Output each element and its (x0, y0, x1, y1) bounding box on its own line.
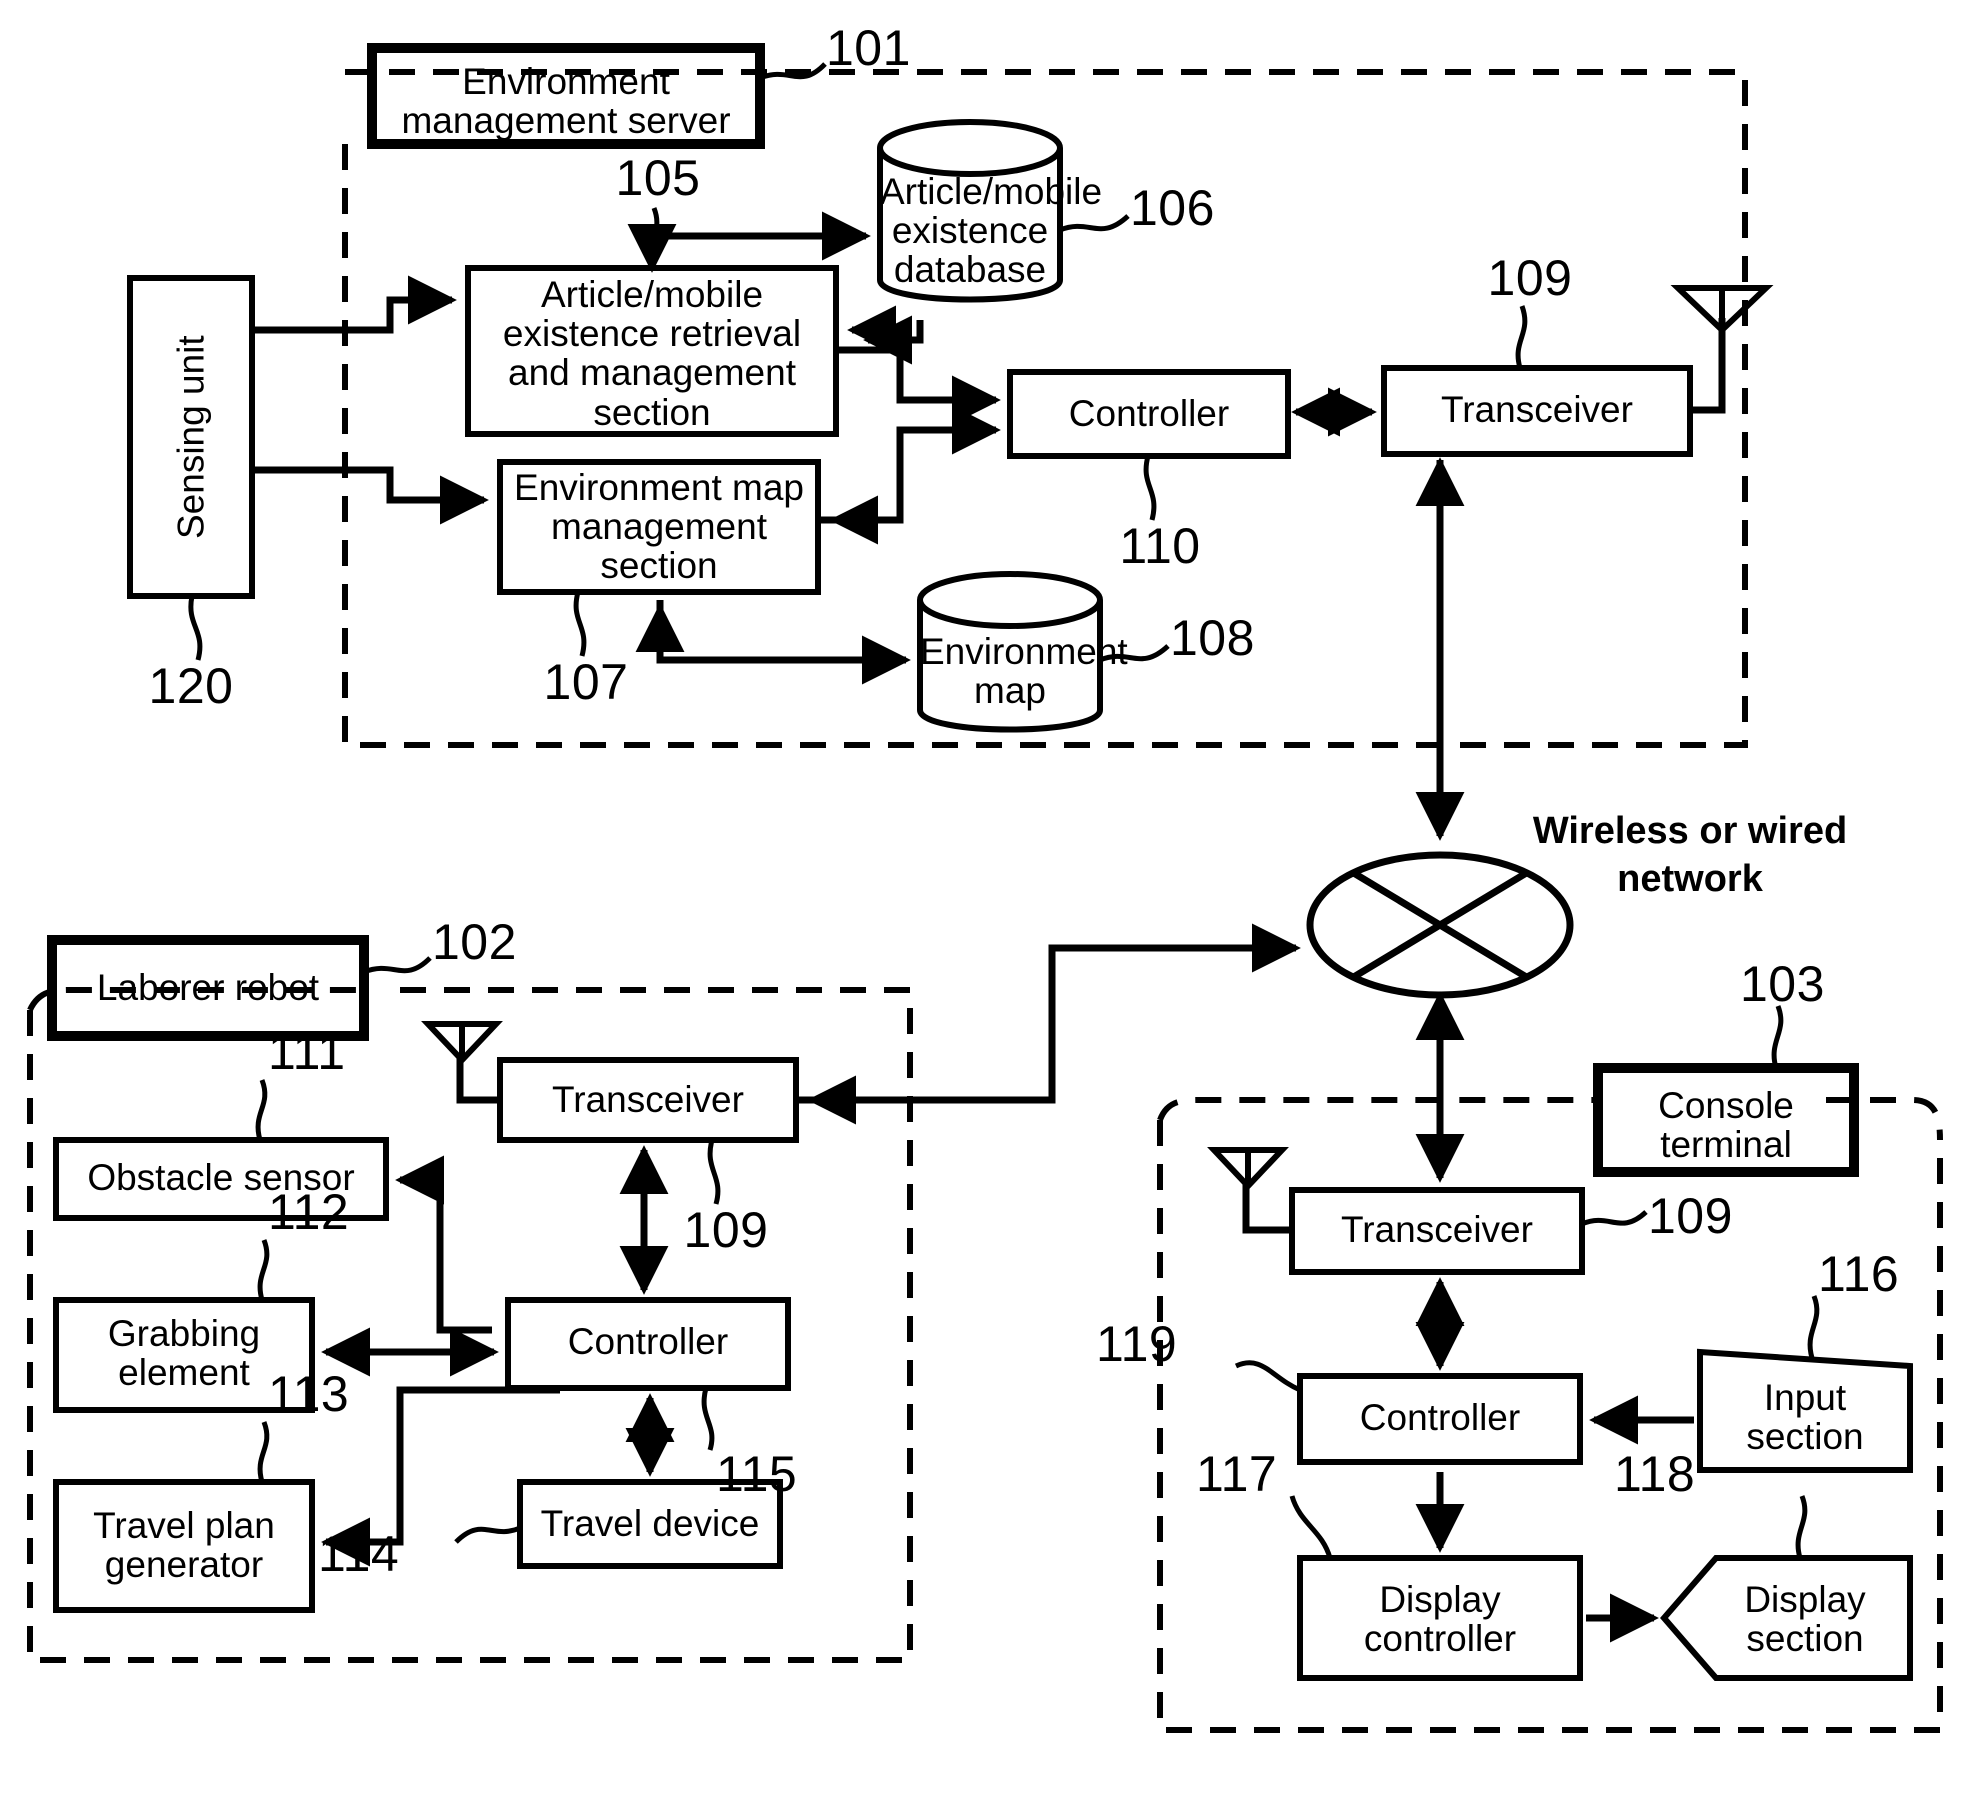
console-title-box (1593, 1063, 1859, 1177)
diagram-vector-layer (27, 43, 1943, 1733)
grabbing-element-box (53, 1297, 315, 1413)
input-section-shape (1697, 1348, 1913, 1473)
sensing-unit-box (127, 275, 255, 599)
server-transceiver-box (1381, 365, 1693, 457)
server-title-box (367, 43, 765, 149)
map-section-box (497, 459, 821, 595)
robot-transceiver-box (497, 1057, 799, 1143)
server-boundary (342, 69, 1748, 748)
console-transceiver-box (1289, 1187, 1585, 1275)
patent-figure: Environment management server 101 Sensin… (0, 0, 1978, 1819)
console-boundary (1157, 1120, 1943, 1733)
article-db-cylinder-top (877, 119, 1063, 177)
console-antenna-stem (1242, 1180, 1292, 1234)
server-antenna-stem (1690, 318, 1726, 414)
article-db-cylinder-body (877, 148, 1063, 303)
display-section-shape (1660, 1555, 1913, 1681)
travel-plan-generator-box (53, 1479, 315, 1613)
map-db-cylinder-top (917, 571, 1103, 629)
server-controller-box (1007, 369, 1291, 459)
robot-controller-box (505, 1297, 791, 1391)
console-controller-box (1297, 1373, 1583, 1465)
robot-antenna-stem (456, 1055, 500, 1104)
display-controller-box (1297, 1555, 1583, 1681)
retrieval-section-box (465, 265, 839, 437)
travel-device-box (517, 1479, 783, 1569)
obstacle-sensor-box (53, 1137, 389, 1221)
